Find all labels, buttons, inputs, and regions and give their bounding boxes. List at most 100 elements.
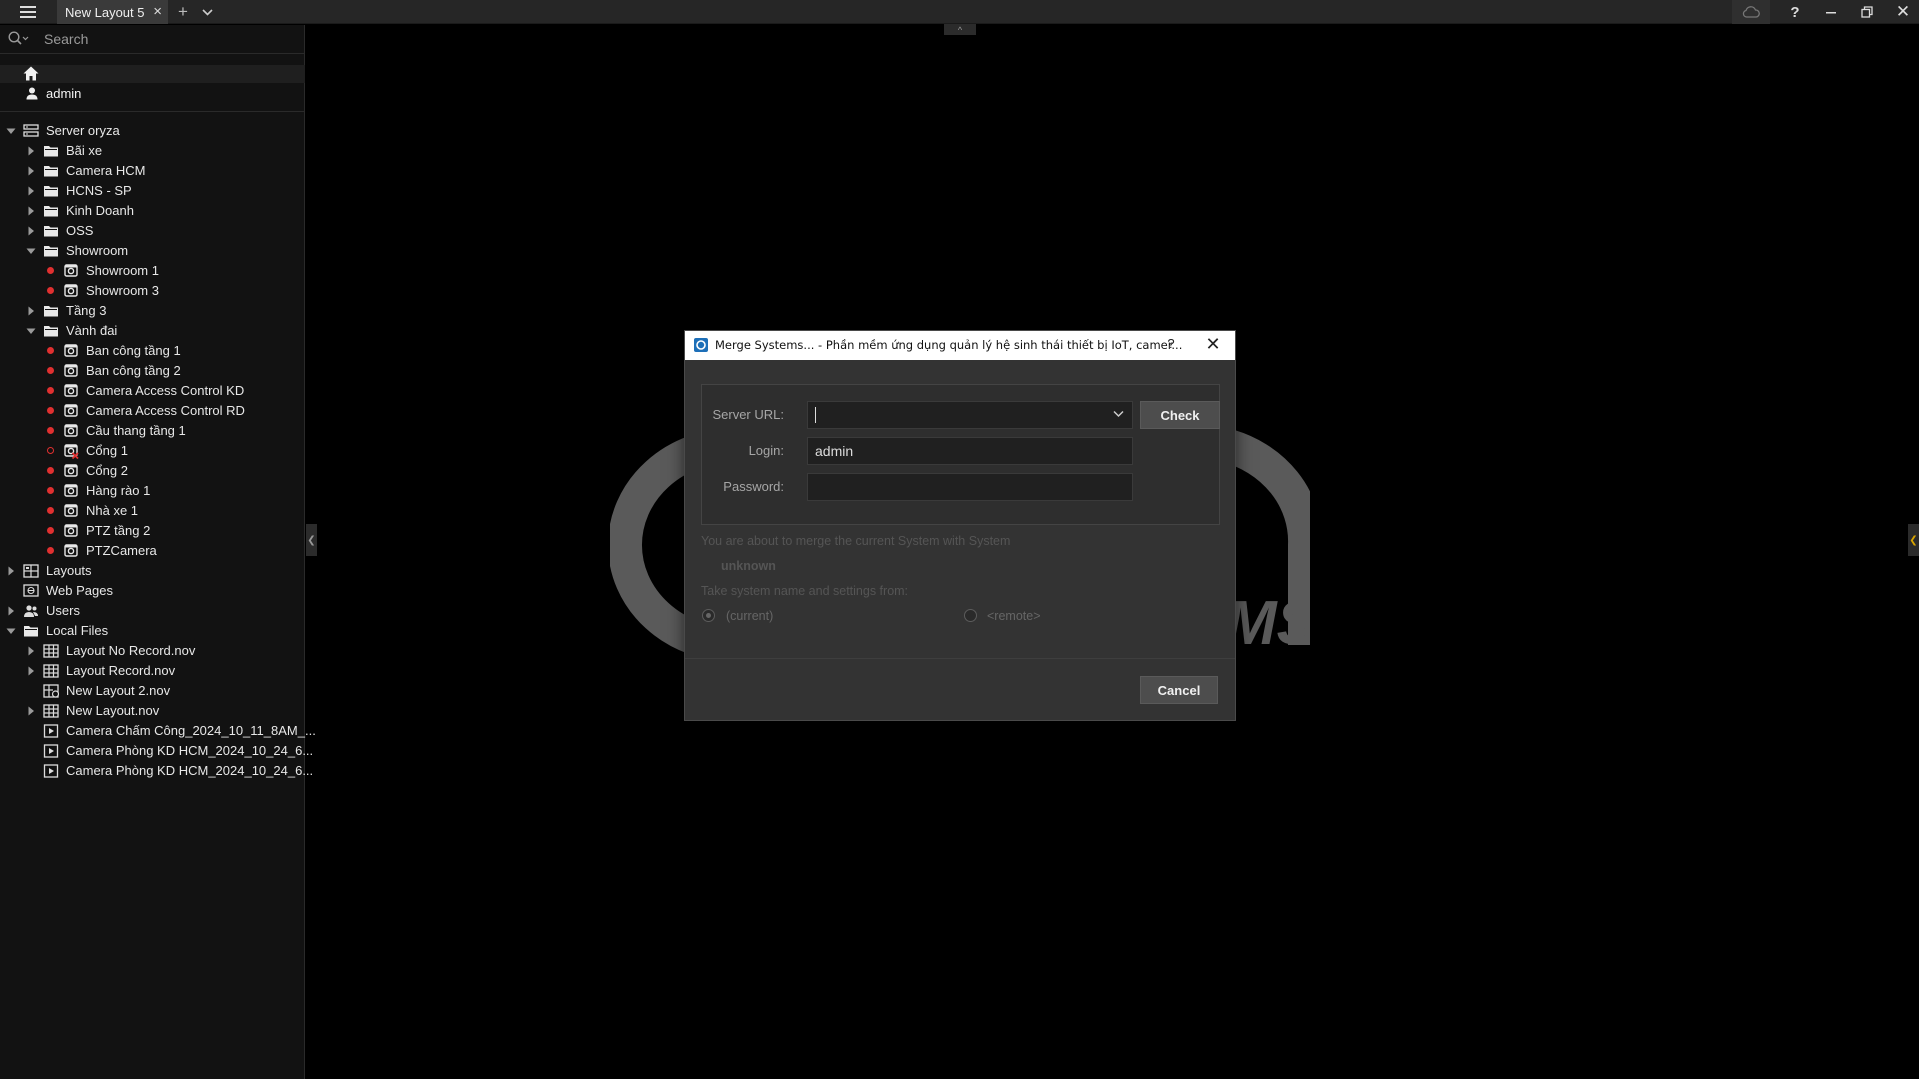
expanded-arrow-icon[interactable] xyxy=(26,326,36,336)
user-name: admin xyxy=(46,86,82,101)
right-panel-collapse-button[interactable]: ❮ xyxy=(1908,524,1919,556)
svg-text:MS: MS xyxy=(1225,589,1310,658)
collapsed-arrow-icon[interactable] xyxy=(26,186,36,196)
tree-item[interactable]: Camera Phòng KD HCM_2024_10_24_6... xyxy=(0,741,313,761)
password-field[interactable] xyxy=(807,473,1133,501)
layout-file-icon xyxy=(43,664,59,678)
users-icon xyxy=(24,605,38,617)
layouts-icon xyxy=(23,564,39,578)
search-input[interactable] xyxy=(44,29,294,49)
expanded-arrow-icon[interactable] xyxy=(6,626,16,636)
tree-item[interactable]: Layout Record.nov xyxy=(0,661,305,681)
tree-item[interactable]: Showroom 3 xyxy=(0,281,305,301)
dialog-divider xyxy=(685,658,1235,659)
expanded-arrow-icon[interactable] xyxy=(6,126,16,136)
current-system-radio[interactable] xyxy=(702,609,715,622)
help-button[interactable]: ? xyxy=(1777,0,1813,24)
current-system-label: (current) xyxy=(726,609,774,623)
cloud-icon xyxy=(1742,6,1760,18)
server-icon xyxy=(23,124,39,137)
folder-icon xyxy=(44,186,58,197)
main-menu-button[interactable] xyxy=(0,0,56,24)
collapsed-arrow-icon[interactable] xyxy=(26,666,36,676)
folder-icon xyxy=(44,146,58,157)
add-tab-button[interactable]: + xyxy=(172,0,194,24)
current-user-item[interactable]: admin xyxy=(0,85,305,103)
tree-item[interactable]: OSS xyxy=(0,221,305,241)
tree-item-label: Showroom xyxy=(66,243,129,258)
camera-icon xyxy=(64,344,78,357)
cancel-button[interactable]: Cancel xyxy=(1140,676,1218,704)
tree-item[interactable]: PTZ tầng 2 xyxy=(0,521,305,541)
collapsed-arrow-icon[interactable] xyxy=(26,706,36,716)
tree-item-label: PTZCamera xyxy=(86,543,157,558)
tree-item[interactable]: Cổng 2 xyxy=(0,461,305,481)
close-window-button[interactable]: ✕ xyxy=(1885,0,1919,24)
tree-item[interactable]: Hàng rào 1 xyxy=(0,481,305,501)
home-item[interactable] xyxy=(0,65,305,83)
tab-close-icon[interactable]: × xyxy=(153,3,162,20)
panel-divider xyxy=(0,111,305,112)
top-panel-collapse-button[interactable]: ^ xyxy=(944,24,976,35)
tree-item[interactable]: Camera Access Control KD xyxy=(0,381,305,401)
login-field[interactable]: admin xyxy=(807,437,1133,465)
minimize-button[interactable] xyxy=(1813,0,1849,24)
server-url-combobox[interactable] xyxy=(807,401,1133,429)
left-panel-collapse-button[interactable]: ❮ xyxy=(306,524,317,556)
tree-item[interactable]: Layouts xyxy=(0,561,305,581)
tab-list-dropdown[interactable] xyxy=(196,0,218,24)
tree-item-label: Layout No Record.nov xyxy=(66,643,196,658)
cloud-button[interactable] xyxy=(1732,0,1770,24)
tree-item[interactable]: Camera Phòng KD HCM_2024_10_24_6... xyxy=(0,761,313,781)
tree-item[interactable]: Showroom 1 xyxy=(0,261,305,281)
camera-icon xyxy=(64,484,78,497)
collapsed-arrow-icon[interactable] xyxy=(26,206,36,216)
tree-item[interactable]: Showroom xyxy=(0,241,305,261)
tree-item[interactable]: Ban công tầng 2 xyxy=(0,361,305,381)
tree-item[interactable]: Nhà xe 1 xyxy=(0,501,305,521)
tree-item[interactable]: Tầng 3 xyxy=(0,301,305,321)
collapsed-arrow-icon[interactable] xyxy=(26,306,36,316)
tree-item-label: New Layout.nov xyxy=(66,703,160,718)
folder-icon xyxy=(44,246,58,257)
collapsed-arrow-icon[interactable] xyxy=(6,606,16,616)
tree-item[interactable]: Cầu thang tầng 1 xyxy=(0,421,305,441)
login-label: Login: xyxy=(748,443,784,458)
recording-status-icon xyxy=(47,347,54,354)
tree-item[interactable]: Camera Access Control RD xyxy=(0,401,305,421)
tree-item[interactable]: Layout No Record.nov xyxy=(0,641,305,661)
tree-item[interactable]: Camera HCM xyxy=(0,161,305,181)
search-options-button[interactable] xyxy=(8,31,30,47)
tree-item-label: Showroom 1 xyxy=(86,263,159,278)
collapsed-arrow-icon[interactable] xyxy=(26,146,36,156)
tree-item[interactable]: Web Pages xyxy=(0,581,305,601)
tree-item[interactable]: Server oryza xyxy=(0,121,305,141)
tree-item[interactable]: PTZCamera xyxy=(0,541,305,561)
tree-item[interactable]: Ban công tầng 1 xyxy=(0,341,305,361)
collapsed-arrow-icon[interactable] xyxy=(6,566,16,576)
tree-item[interactable]: Vành đai xyxy=(0,321,305,341)
chevron-down-icon[interactable] xyxy=(1113,410,1124,418)
remote-system-radio[interactable] xyxy=(964,609,977,622)
tree-item[interactable]: New Layout.nov xyxy=(0,701,305,721)
collapsed-arrow-icon[interactable] xyxy=(26,646,36,656)
dialog-close-button[interactable]: ✕ xyxy=(1203,334,1223,354)
expanded-arrow-icon[interactable] xyxy=(26,246,36,256)
tree-item[interactable]: Camera Chấm Công_2024_10_11_8AM_... xyxy=(0,721,316,741)
check-button[interactable]: Check xyxy=(1140,401,1220,429)
tree-item[interactable]: Cổng 1 xyxy=(0,441,305,461)
tree-item-label: Ban công tầng 2 xyxy=(86,363,181,378)
dialog-help-button[interactable]: ? xyxy=(1163,336,1179,354)
text-cursor xyxy=(815,407,816,423)
restore-button[interactable] xyxy=(1849,0,1885,24)
collapsed-arrow-icon[interactable] xyxy=(26,166,36,176)
user-icon xyxy=(26,87,38,100)
tree-item[interactable]: Bãi xe xyxy=(0,141,305,161)
tree-item[interactable]: HCNS - SP xyxy=(0,181,305,201)
tree-item[interactable]: Local Files xyxy=(0,621,305,641)
collapsed-arrow-icon[interactable] xyxy=(26,226,36,236)
tab-new-layout-5[interactable]: New Layout 5 × xyxy=(57,0,168,24)
tree-item[interactable]: Kinh Doanh xyxy=(0,201,305,221)
tree-item[interactable]: New Layout 2.nov xyxy=(0,681,305,701)
tree-item[interactable]: Users xyxy=(0,601,305,621)
